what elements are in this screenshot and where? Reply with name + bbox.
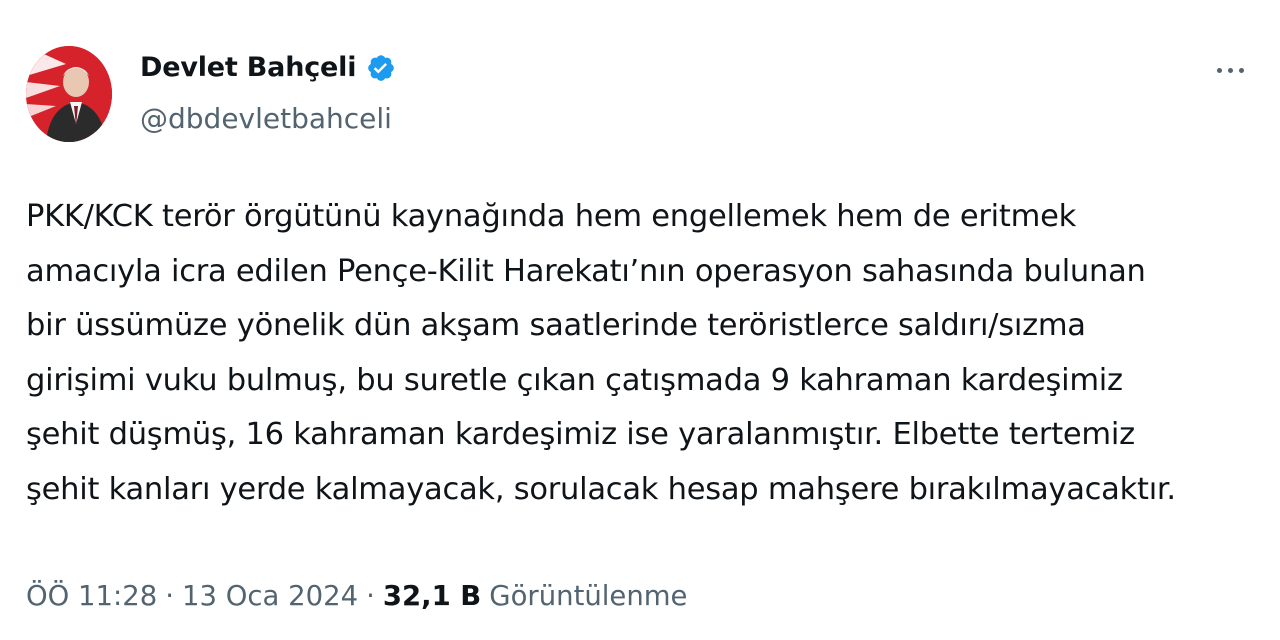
- views-count[interactable]: 32,1 B: [383, 580, 481, 612]
- avatar-image: [26, 46, 112, 142]
- tweet-text-line: şehit kanları yerde kalmayacak, sorulaca…: [26, 471, 1176, 507]
- more-horizontal-icon: [1216, 67, 1222, 73]
- verified-badge-icon: [366, 53, 396, 83]
- tweet-text-line: girişimi vuku bulmuş, bu suretle çıkan ç…: [26, 362, 1123, 398]
- more-horizontal-icon-dot: [1238, 67, 1244, 73]
- views-label: Görüntülenme: [489, 580, 688, 612]
- author-name-row: Devlet Bahçeli: [140, 52, 396, 83]
- separator-dot: ·: [366, 580, 375, 612]
- tweet: Devlet Bahçeli @dbdevletbahceli PKK/KCK …: [0, 0, 1280, 640]
- separator-dot: ·: [165, 580, 175, 612]
- tweet-text: PKK/KCK terör örgütünü kaynağında hem en…: [26, 190, 1256, 517]
- display-name[interactable]: Devlet Bahçeli: [140, 52, 356, 83]
- tweet-time[interactable]: ÖÖ 11:28: [26, 580, 157, 612]
- tweet-text-line: PKK/KCK terör örgütünü kaynağında hem en…: [26, 199, 1076, 234]
- avatar[interactable]: [26, 46, 112, 142]
- tweet-date[interactable]: 13 Oca 2024: [182, 580, 358, 612]
- tweet-text-line: amacıyla icra edilen Pençe-Kilit Harekat…: [26, 253, 1146, 289]
- author-handle[interactable]: @dbdevletbahceli: [140, 102, 392, 135]
- tweet-metadata: ÖÖ 11:28 · 13 Oca 2024 · 32,1 B Görüntül…: [26, 580, 687, 612]
- more-options-button[interactable]: [1206, 54, 1254, 86]
- tweet-text-line: şehit düşmüş, 16 kahraman kardeşimiz ise…: [26, 417, 1135, 452]
- tweet-text-line: bir üssümüze yönelik dün akşam saatlerin…: [26, 308, 1086, 343]
- more-horizontal-icon-dot: [1227, 67, 1233, 73]
